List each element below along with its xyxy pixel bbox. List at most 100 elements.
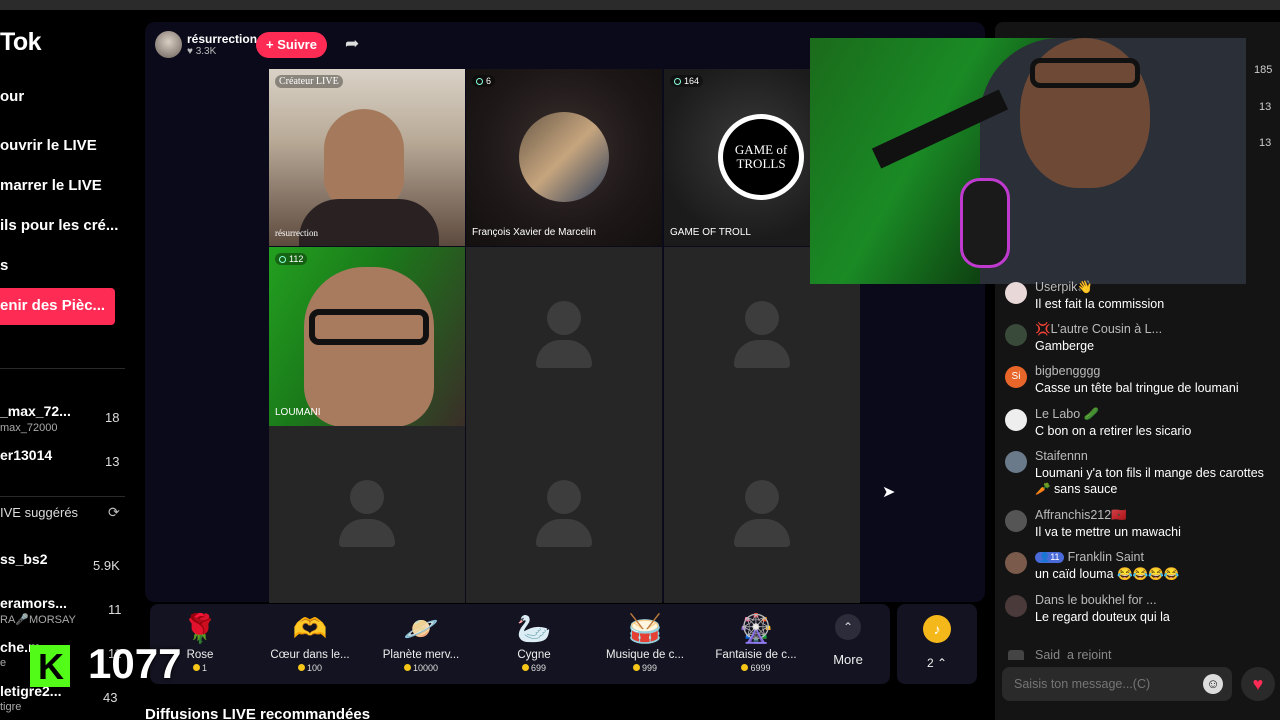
kick-logo-letter: K xyxy=(38,646,64,687)
empty-seat-tile[interactable] xyxy=(664,426,860,603)
nav-item-start-live[interactable]: marrer le LIVE xyxy=(0,177,102,194)
guest-avatar xyxy=(519,112,609,202)
chat-avatar[interactable] xyxy=(1005,595,1027,617)
chat-username[interactable]: Userpik👋 xyxy=(1035,280,1093,295)
viewer-count: 6 xyxy=(486,76,492,86)
followed-account-count: 13 xyxy=(105,454,120,469)
chat-username[interactable]: Staifennn xyxy=(1035,449,1088,463)
placeholder-user-body xyxy=(339,519,395,547)
chat-avatar[interactable] xyxy=(1005,324,1027,346)
chat-username[interactable]: bigbengggg xyxy=(1035,364,1100,378)
streamer-glasses xyxy=(1030,58,1140,88)
gift-price: 10000 xyxy=(366,663,476,673)
suggested-live-title: IVE suggérés xyxy=(0,505,79,520)
microphone xyxy=(960,178,1010,268)
sidebar-divider xyxy=(0,496,125,497)
followed-account-name[interactable]: er13014 xyxy=(0,447,52,463)
follow-button[interactable]: + Suivre xyxy=(256,32,327,58)
swan-icon: 🦢 xyxy=(516,613,552,644)
gift-price-value: 1 xyxy=(201,663,207,673)
recommended-lives-heading: Diffusions LIVE recommandées xyxy=(145,706,371,720)
logo-text: GAME of TROLLS xyxy=(723,119,799,195)
host-likes: ♥ 3.3K xyxy=(187,46,217,57)
suggested-account-count: 5.9K xyxy=(93,558,120,573)
nav-item-for-you[interactable]: our xyxy=(0,88,24,105)
chat-text: un caïd louma 😂😂😂😂 xyxy=(1035,567,1180,581)
chat-avatar[interactable] xyxy=(1005,409,1027,431)
chat-avatar[interactable]: Si xyxy=(1005,366,1027,388)
empty-seat-tile[interactable] xyxy=(466,426,662,603)
chat-avatar[interactable] xyxy=(1005,552,1027,574)
followed-account-handle: max_72000 xyxy=(0,422,58,434)
guest-face xyxy=(304,267,434,426)
share-icon[interactable]: ➦ xyxy=(345,34,359,54)
host-avatar[interactable] xyxy=(155,31,182,58)
gift-name: Fantaisie de c... xyxy=(715,649,797,661)
chat-avatar[interactable] xyxy=(1005,451,1027,473)
placeholder-user-icon xyxy=(547,480,581,514)
host-name[interactable]: résurrection xyxy=(187,32,257,46)
suggested-account-handle: RA🎤MORSAY xyxy=(0,614,76,626)
chat-avatar[interactable] xyxy=(1005,510,1027,532)
mouse-cursor-icon: ➤ xyxy=(882,484,896,501)
gift-name: Cygne xyxy=(517,649,551,661)
gift-item[interactable]: 🎡 Fantaisie de c... 6999 xyxy=(701,612,811,673)
gift-price-value: 999 xyxy=(641,663,658,673)
tiktok-logo[interactable]: Tok xyxy=(0,28,42,57)
placeholder-user-body xyxy=(536,340,592,368)
gift-item[interactable]: 🫶 Cœur dans le... 100 xyxy=(255,612,365,673)
sidebar-divider xyxy=(0,368,125,369)
nav-item-discover-live[interactable]: ouvrir le LIVE xyxy=(0,137,97,154)
chat-username[interactable]: Affranchis212🇲🇦 xyxy=(1035,508,1127,523)
guest-tile[interactable]: 6 François Xavier de Marcelin xyxy=(466,69,662,246)
suggested-account-name[interactable]: ss_bs2 xyxy=(0,551,47,567)
gift-name: Cœur dans le... xyxy=(270,649,350,661)
guest-tile[interactable]: GAME of TROLLS 164 GAME OF TROLL xyxy=(664,69,810,246)
like-heart-button[interactable]: ♥ xyxy=(1241,667,1275,701)
chat-username[interactable]: Dans le boukhel for ... xyxy=(1035,593,1157,607)
chat-username[interactable]: Le Labo 🥒 xyxy=(1035,407,1099,422)
get-coins-button[interactable]: enir des Pièc... xyxy=(0,288,115,325)
gift-item[interactable]: 🥁 Musique de c... 999 xyxy=(590,612,700,673)
chat-username[interactable]: 💢L'autre Cousin à L... xyxy=(1035,322,1162,337)
placeholder-user-body xyxy=(734,519,790,547)
empty-seat-tile[interactable] xyxy=(269,426,465,603)
guest-tile[interactable]: Créateur LIVE résurrection xyxy=(269,69,465,246)
more-gifts-button[interactable]: ⌃ More xyxy=(822,614,874,667)
empty-seat-tile[interactable] xyxy=(466,247,662,426)
gift-price: 6999 xyxy=(701,663,811,673)
followed-account-count: 18 xyxy=(105,410,120,425)
chat-message-input[interactable] xyxy=(1002,667,1232,701)
placeholder-user-body xyxy=(536,519,592,547)
followed-account-name[interactable]: _max_72... xyxy=(0,403,71,419)
chat-join-notice: Said_a rejoint xyxy=(1005,648,1270,660)
chat-username-row[interactable]: 👤11 Franklin Saint xyxy=(1035,550,1144,564)
chat-text: Il est fait la commission xyxy=(1035,297,1165,311)
browser-top-strip xyxy=(0,0,1280,10)
guest-tile[interactable]: 112 LOUMANI xyxy=(269,247,465,426)
gift-item[interactable]: 🪐 Planète merv... 10000 xyxy=(366,612,476,673)
ranking-number: 185 xyxy=(1254,64,1273,76)
guest-name: GAME OF TROLL xyxy=(670,227,751,238)
chat-text: Loumani y'a ton fils il mange des carott… xyxy=(1035,466,1264,496)
guest-name: résurrection xyxy=(275,228,318,238)
nav-item-more[interactable]: s xyxy=(0,257,8,274)
gift-price: 999 xyxy=(590,663,700,673)
chat-avatar[interactable] xyxy=(1005,282,1027,304)
wallet-count-row: 2 ⌃ xyxy=(926,656,948,670)
placeholder-user-icon xyxy=(547,301,581,335)
gift-item[interactable]: 🦢 Cygne 699 xyxy=(479,612,589,673)
nav-item-creator-tools[interactable]: ils pour les cré... xyxy=(0,217,118,234)
chevron-up-icon: ⌃ xyxy=(835,614,861,640)
emoji-icon[interactable]: ☺ xyxy=(1203,674,1223,694)
suggested-account-name[interactable]: eramors... xyxy=(0,595,67,611)
chat-username: Franklin Saint xyxy=(1067,550,1144,564)
refresh-icon[interactable]: ⟳ xyxy=(108,504,120,521)
guest-name: LOUMANI xyxy=(275,407,321,418)
drum-icon: 🥁 xyxy=(627,613,663,644)
creator-live-badge: Créateur LIVE xyxy=(275,75,343,88)
ranking-number: 13 xyxy=(1259,137,1272,149)
planet-icon: 🪐 xyxy=(403,613,439,644)
glasses xyxy=(309,309,429,345)
coin-wallet-button[interactable]: ♪ 2 ⌃ xyxy=(897,604,977,684)
